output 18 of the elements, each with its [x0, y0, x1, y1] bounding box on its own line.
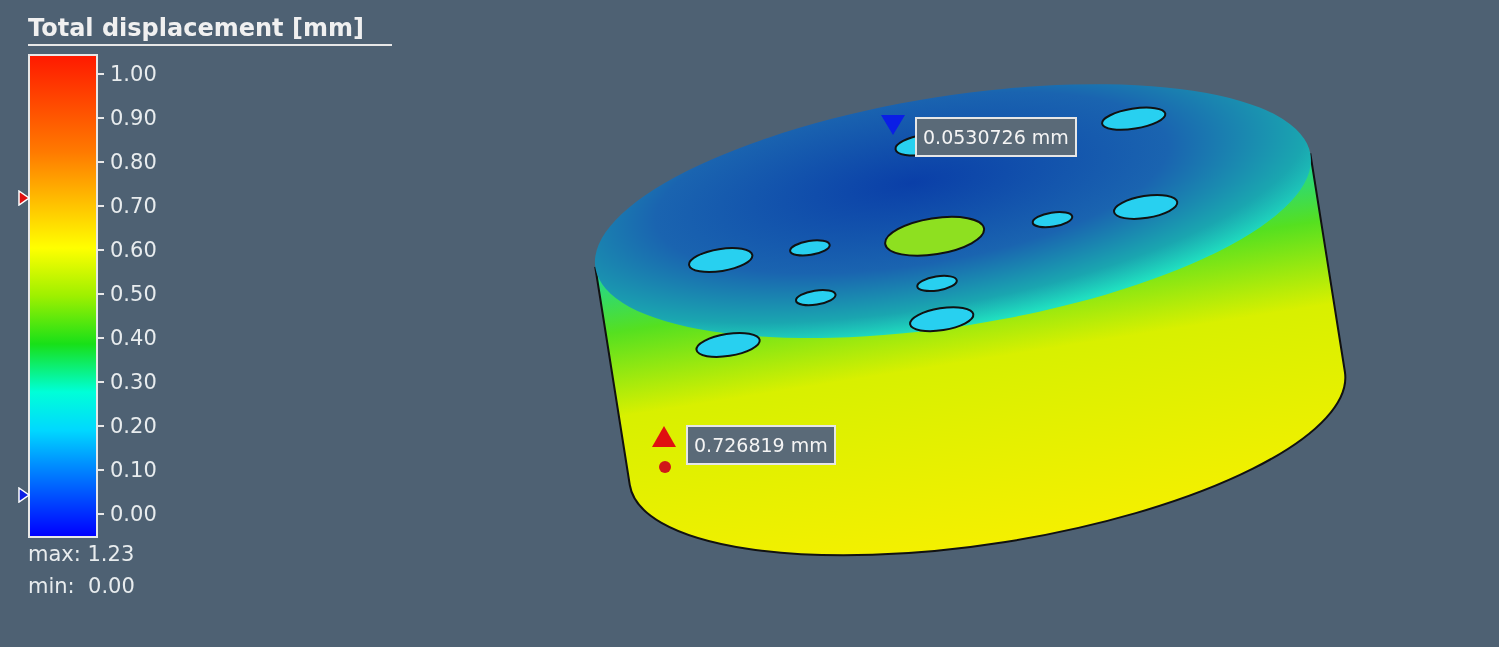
- scale-tick-label: 1.00: [110, 62, 157, 86]
- scale-tick-label: 0.40: [110, 326, 157, 350]
- min-marker-icon: [880, 114, 906, 136]
- min-value-label: min: 0.00: [28, 573, 135, 600]
- scale-tick-label: 0.60: [110, 238, 157, 262]
- scale-tick-label: 0.50: [110, 282, 157, 306]
- max-marker-icon: [651, 425, 677, 475]
- max-value-label: max: 1.23: [28, 541, 135, 568]
- scale-tick-label: 0.80: [110, 150, 157, 174]
- scale-tick-label: 0.30: [110, 370, 157, 394]
- scale-tick-label: 0.10: [110, 458, 157, 482]
- scale-tick-label: 0.90: [110, 106, 157, 130]
- scale-tick-label: 0.70: [110, 194, 157, 218]
- scale-tick-label: 0.00: [110, 502, 157, 526]
- scale-tick-label: 0.20: [110, 414, 157, 438]
- legend-title: Total displacement [mm]: [28, 14, 392, 46]
- probe-value-label: 0.726819 mm: [686, 425, 836, 465]
- probe-value-label: 0.0530726 mm: [915, 117, 1077, 157]
